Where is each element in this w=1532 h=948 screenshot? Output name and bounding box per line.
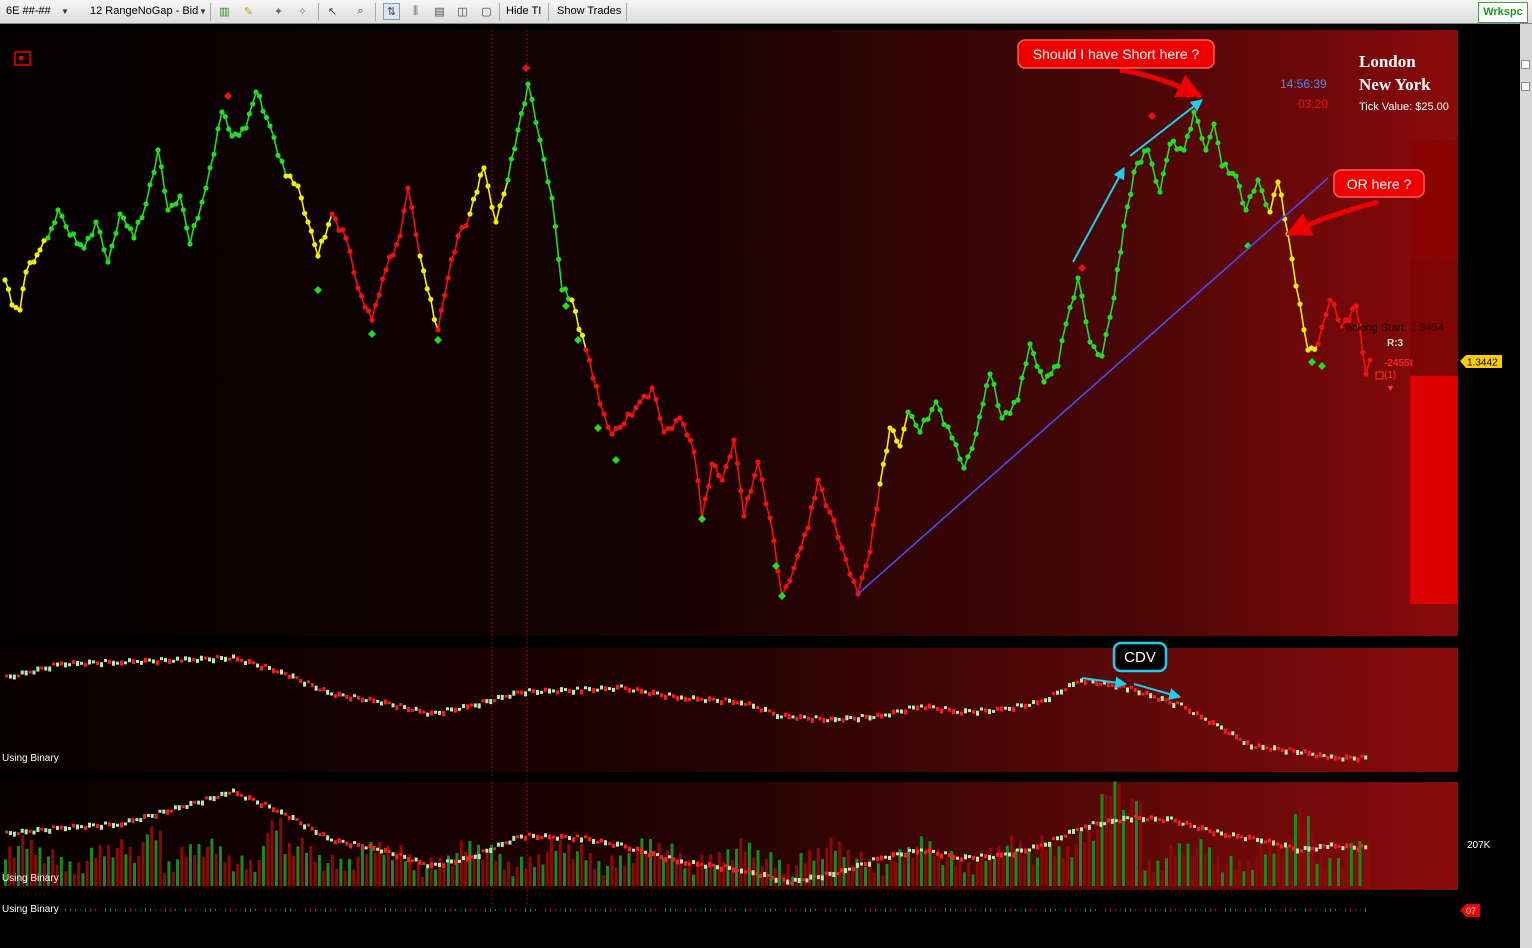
candles-icon[interactable]: ⫼ — [407, 3, 424, 20]
session-london: London — [1359, 52, 1416, 71]
hide-ti-button[interactable]: Hide TI — [506, 3, 541, 20]
tracking-start: Tracking Start: 1.3454 — [1336, 322, 1444, 334]
r-label: R:3 — [1387, 338, 1404, 349]
pencil-icon[interactable]: ✎ — [240, 3, 257, 20]
zoom-icon[interactable]: ⌕ — [352, 3, 369, 20]
toolbar: 6E ##-## ▼ 12 RangeNoGap - Bid ▼ ▥ ✎ ✦ ✧… — [0, 0, 1532, 24]
price-panel — [0, 30, 1458, 636]
vertical-scrollbar[interactable] — [1520, 24, 1532, 948]
panel4-value: 07 — [1466, 906, 1476, 916]
svg-text:▼: ▼ — [1386, 383, 1395, 393]
bars-style-icon[interactable]: ▥ — [216, 3, 233, 20]
data-box-icon[interactable]: ▤ — [431, 3, 448, 20]
cdv-panel — [0, 648, 1458, 772]
tick-series — [60, 908, 1366, 912]
strategy-icon[interactable]: ✧ — [294, 3, 311, 20]
scroll-up-icon[interactable] — [1521, 60, 1530, 69]
tick-value: Tick Value: $25.00 — [1359, 101, 1449, 113]
panel2-label: Using Binary — [2, 753, 59, 764]
scroll-button-icon[interactable] — [1521, 82, 1530, 91]
callout-short-text: Should I have Short here ? — [1033, 46, 1200, 62]
session-new-york: New York — [1359, 75, 1431, 94]
price-marker-text: 1.3442 — [1467, 358, 1498, 369]
properties-icon[interactable]: ◫ — [454, 3, 471, 20]
cursor-icon[interactable]: ↖ — [324, 3, 341, 20]
window-icon[interactable]: ▢ — [478, 3, 495, 20]
workspace-button[interactable]: Wrkspc — [1478, 2, 1528, 23]
indicator-icon[interactable]: ✦ — [270, 3, 287, 20]
pnl-label: -2455t — [1384, 358, 1414, 369]
bar-countdown: 03:20 — [1298, 97, 1328, 111]
show-trades-button[interactable]: Show Trades — [557, 3, 621, 20]
bar-type-selector[interactable]: 12 RangeNoGap - Bid — [90, 3, 198, 20]
clock: 14:56:39 — [1280, 77, 1327, 91]
bar-type-dropdown-icon[interactable]: ▼ — [199, 3, 207, 20]
callout-cdv-text: CDV — [1124, 649, 1156, 666]
panel3-value: 207K — [1467, 840, 1491, 851]
chart-trader-icon[interactable]: ⇅ — [383, 3, 400, 20]
callout-or-text: OR here ? — [1347, 176, 1412, 192]
position-label: (1) — [1384, 370, 1396, 381]
panel3-label: Using Binary — [2, 873, 59, 884]
instrument-dropdown-icon[interactable]: ▼ — [61, 3, 69, 20]
panel4-label: Using Binary — [2, 904, 59, 915]
instrument-selector[interactable]: 6E ##-## — [6, 3, 51, 20]
chart-area[interactable]: Should I have Short here ? OR here ? Lon… — [0, 24, 1520, 948]
